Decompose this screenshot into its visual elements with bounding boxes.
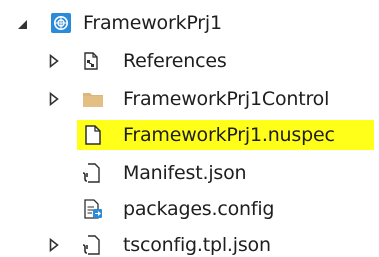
tree-node-label-nuspec: FrameworkPrj1.nuspec (123, 124, 335, 146)
tree-node-label-tsconfig: tsconfig.tpl.json (123, 234, 271, 256)
tree-node-frameworkprj1control[interactable]: FrameworkPrj1Control (0, 83, 379, 115)
solution-explorer-tree: FrameworkPrj1 References FrameworkPrj1Co… (0, 0, 379, 257)
tree-node-references[interactable]: References (0, 45, 379, 77)
tree-node-label-packages: packages.config (123, 198, 275, 220)
tree-node-label-frameworkprj1control: FrameworkPrj1Control (123, 88, 330, 110)
tree-node-tsconfig-tpl-json[interactable]: tsconfig.tpl.json (0, 229, 379, 257)
json-file-icon (80, 234, 102, 256)
file-icon (82, 124, 104, 146)
tree-node-label-references: References (123, 50, 227, 72)
tree-node-manifest-json[interactable]: Manifest.json (0, 157, 379, 189)
json-file-icon (80, 162, 102, 184)
tree-node-label-root: FrameworkPrj1 (83, 12, 222, 34)
expand-arrow-icon[interactable] (48, 92, 60, 106)
tree-node-packages-config[interactable]: packages.config (0, 193, 379, 225)
expand-arrow-icon[interactable] (48, 238, 60, 252)
config-file-icon (82, 198, 104, 220)
project-icon (50, 12, 72, 34)
references-icon (80, 50, 102, 72)
tree-node-root[interactable]: FrameworkPrj1 (0, 7, 379, 39)
folder-icon (82, 88, 104, 110)
tree-node-frameworkprj1-nuspec[interactable]: FrameworkPrj1.nuspec (0, 119, 379, 151)
collapse-arrow-icon[interactable] (16, 17, 28, 31)
tree-node-label-manifest: Manifest.json (123, 162, 247, 184)
expand-arrow-icon[interactable] (48, 54, 60, 68)
